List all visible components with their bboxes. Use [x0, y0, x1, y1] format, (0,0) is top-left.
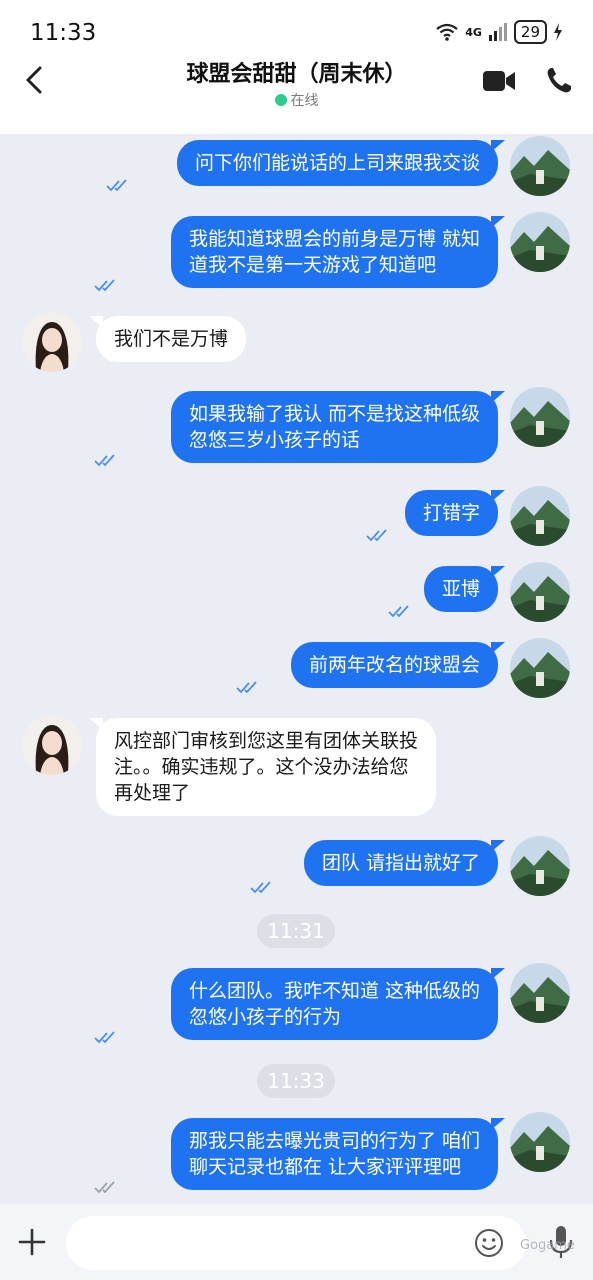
charging-icon	[554, 23, 562, 41]
signal-icon	[488, 23, 507, 41]
message-bubble-outgoing[interactable]: 团队 请指出就好了	[303, 840, 506, 886]
my-avatar[interactable]	[510, 1112, 570, 1172]
timestamp: 11:33	[257, 1064, 335, 1098]
my-avatar[interactable]	[510, 486, 570, 546]
double-check-icon	[106, 179, 127, 192]
message-bubble-incoming[interactable]: 风控部门审核到您这里有团体关联投 注。。确实违规了。这个没办法给您 再处理了	[88, 718, 437, 816]
double-check-icon	[388, 605, 409, 618]
contact-avatar[interactable]	[22, 715, 82, 775]
portrait-avatar-image	[22, 715, 82, 775]
contact-avatar[interactable]	[22, 312, 82, 372]
phone-icon[interactable]	[545, 66, 573, 94]
emoji-icon[interactable]	[474, 1228, 504, 1258]
landscape-avatar-image	[510, 212, 570, 272]
message-bubble-outgoing[interactable]: 问下你们能说话的上司来跟我交谈	[176, 140, 506, 186]
message-line: 亚博	[441, 578, 480, 600]
message-line: 再处理了	[114, 782, 191, 804]
double-check-icon	[94, 454, 115, 467]
online-status-text: 在线	[290, 93, 319, 109]
plus-icon[interactable]	[18, 1228, 46, 1256]
landscape-avatar-image	[510, 836, 570, 896]
network-label: 4G	[465, 25, 482, 39]
landscape-avatar-image	[510, 486, 570, 546]
chat-header: 球盟会甜甜（周末休） 在线	[0, 50, 593, 134]
double-check-icon	[94, 1181, 115, 1194]
message-line: 忽悠小孩子的行为	[188, 1006, 341, 1028]
message-input[interactable]	[66, 1216, 526, 1270]
message-bubble-outgoing[interactable]: 打错字	[404, 490, 506, 536]
my-avatar[interactable]	[510, 562, 570, 622]
status-icons: 4G 29	[435, 20, 563, 44]
message-line: 前两年改名的球盟会	[308, 654, 480, 676]
message-line: 问下你们能说话的上司来跟我交谈	[194, 152, 480, 174]
timestamp: 11:31	[257, 914, 335, 948]
double-check-icon	[236, 681, 257, 694]
video-camera-icon[interactable]	[482, 68, 516, 94]
message-line: 团队 请指出就好了	[321, 852, 480, 874]
battery-level: 29	[513, 20, 547, 44]
my-avatar[interactable]	[510, 963, 570, 1023]
portrait-avatar-image	[22, 312, 82, 372]
message-line: 注。。确实违规了。这个没办法给您	[114, 756, 409, 778]
message-line: 风控部门审核到您这里有团体关联投	[114, 730, 419, 752]
double-check-icon	[366, 529, 387, 542]
message-line: 我能知道球盟会的前身是万博 就知	[188, 228, 480, 250]
landscape-avatar-image	[510, 638, 570, 698]
message-line: 那我只能去曝光贵司的行为了 咱们	[188, 1130, 480, 1152]
my-avatar[interactable]	[510, 387, 570, 447]
message-line: 道我不是第一天游戏了知道吧	[188, 254, 436, 276]
message-line: 忽悠三岁小孩子的话	[188, 429, 360, 451]
message-line: 聊天记录也都在 让大家评评理吧	[188, 1156, 461, 1178]
message-bubble-outgoing[interactable]: 什么团队。我咋不知道 这种低级的 忽悠小孩子的行为	[170, 968, 506, 1040]
landscape-avatar-image	[510, 1112, 570, 1172]
watermark: Gogame	[520, 1238, 575, 1253]
message-bubble-outgoing[interactable]: 亚博	[423, 566, 506, 612]
message-line: 什么团队。我咋不知道 这种低级的	[188, 980, 480, 1002]
message-bubble-incoming[interactable]: 我们不是万博	[88, 316, 247, 362]
my-avatar[interactable]	[510, 836, 570, 896]
message-bubble-outgoing[interactable]: 前两年改名的球盟会	[290, 642, 506, 688]
online-dot-icon	[274, 94, 287, 106]
double-check-icon	[94, 279, 115, 292]
message-bubble-outgoing[interactable]: 如果我输了我认 而不是找这种低级 忽悠三岁小孩子的话	[170, 391, 506, 463]
status-time: 11:33	[30, 20, 97, 46]
double-check-icon	[250, 881, 271, 894]
landscape-avatar-image	[510, 562, 570, 622]
wifi-icon	[436, 23, 458, 41]
input-bar	[0, 1204, 593, 1280]
message-line: 我们不是万博	[114, 328, 229, 350]
landscape-avatar-image	[510, 136, 570, 196]
my-avatar[interactable]	[510, 136, 570, 196]
double-check-icon	[94, 1031, 115, 1044]
message-line: 如果我输了我认 而不是找这种低级	[188, 403, 480, 425]
message-line: 打错字	[422, 502, 480, 524]
message-bubble-outgoing[interactable]: 我能知道球盟会的前身是万博 就知 道我不是第一天游戏了知道吧	[170, 216, 506, 288]
message-bubble-outgoing[interactable]: 那我只能去曝光贵司的行为了 咱们 聊天记录也都在 让大家评评理吧	[170, 1118, 506, 1190]
my-avatar[interactable]	[510, 638, 570, 698]
landscape-avatar-image	[510, 387, 570, 447]
my-avatar[interactable]	[510, 212, 570, 272]
landscape-avatar-image	[510, 963, 570, 1023]
